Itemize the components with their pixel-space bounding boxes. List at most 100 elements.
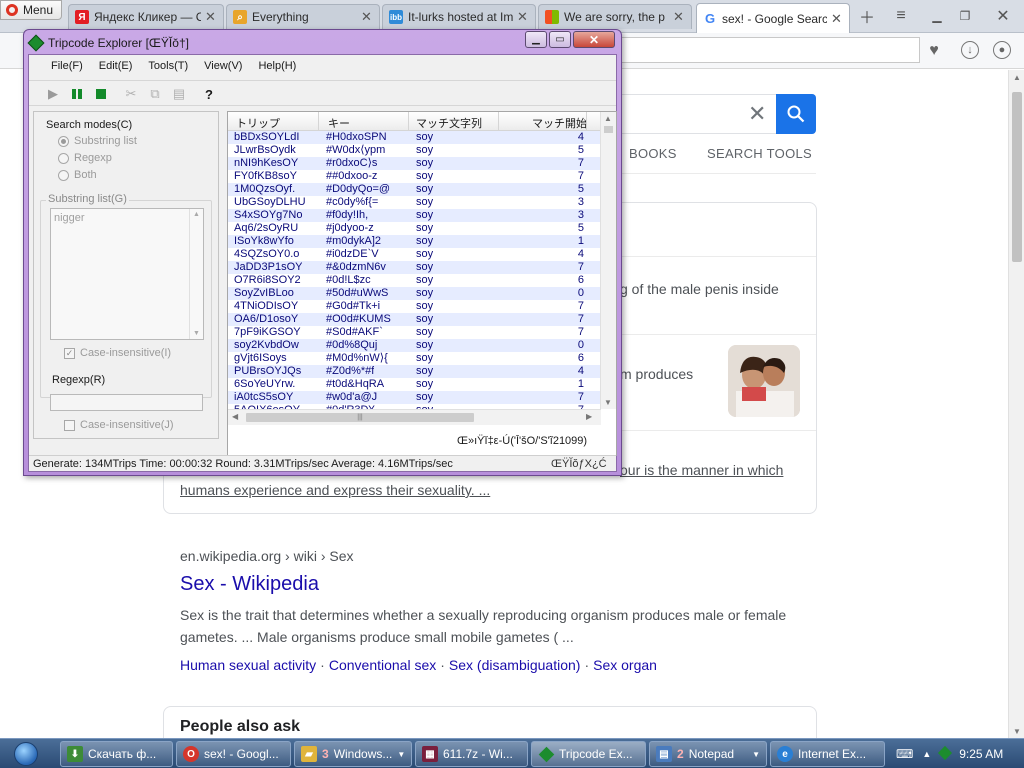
tab-books[interactable]: BOOKS <box>629 146 677 161</box>
table-row[interactable]: gVjt6ISoys #M0d%nW⟩{soy 6 <box>228 352 601 365</box>
close-tab-icon[interactable]: ✕ <box>673 9 685 25</box>
table-row[interactable]: Aq6/2sOyRU #j0dyoo-z soy 5 <box>228 222 601 235</box>
scrollbar-thumb[interactable] <box>604 126 613 133</box>
play-icon[interactable]: ▶ <box>45 86 61 102</box>
scroll-down-icon[interactable]: ▼ <box>604 398 612 407</box>
menu-edit[interactable]: Edit(E) <box>91 60 141 72</box>
result-title-link[interactable]: Sex - Wikipedia <box>180 573 319 596</box>
table-row[interactable]: PUBrsOYJQs #Z0d%*#f soy 4 <box>228 365 601 378</box>
mode-both-radio[interactable]: Both <box>58 169 97 181</box>
table-row[interactable]: 4TNiODIsOY #G0d#Tk+i soy 7 <box>228 300 601 313</box>
result-cite[interactable]: en.wikipedia.org › wiki › Sex <box>180 548 354 564</box>
sitelink[interactable]: Conventional sex <box>329 657 436 673</box>
clock[interactable]: 9:25 AM <box>959 747 1003 761</box>
result-thumbnail[interactable] <box>728 345 800 417</box>
heart-icon[interactable]: ♥ <box>924 41 944 61</box>
column-key[interactable]: キー <box>328 115 350 131</box>
regexp-input[interactable] <box>50 394 203 411</box>
case-insensitive-checkbox-1[interactable]: ✓ Case-insensitive(I) <box>64 347 171 359</box>
table-row[interactable]: soy2KvbdOw #0d%8Quj soy 0 <box>228 339 601 352</box>
sitelink[interactable]: Sex organ <box>593 657 657 673</box>
close-tab-icon[interactable]: ✕ <box>831 11 843 27</box>
search-button[interactable] <box>776 94 816 134</box>
menu-view[interactable]: View(V) <box>196 60 250 72</box>
menu-file[interactable]: File(F) <box>43 60 91 72</box>
table-row[interactable]: O7R6i8SOY2 #0d!L$zc soy 6 <box>228 274 601 287</box>
show-hidden-icons-icon[interactable]: ▲ <box>922 749 931 759</box>
card-link-fragment[interactable]: humans experience and express their sexu… <box>180 482 490 498</box>
opera-menu-button[interactable]: Menu <box>0 0 62 20</box>
table-row[interactable]: SoyZvIBLoo #50d#uWwS soy 0 <box>228 287 601 300</box>
table-row[interactable]: 1M0QzsOyf. #D0dyQo=@ soy 5 <box>228 183 601 196</box>
table-row[interactable]: 4SQZsOY0.o #i0dzDE`V soy 4 <box>228 248 601 261</box>
maximize-button[interactable]: ▭ <box>549 31 571 48</box>
new-tab-button[interactable]: ＋ <box>856 6 878 27</box>
help-icon[interactable]: ? <box>201 86 217 102</box>
close-button[interactable]: ✕ <box>573 31 615 48</box>
mode-regexp-radio[interactable]: Regexp <box>58 152 112 164</box>
tab-search-tools[interactable]: SEARCH TOOLS <box>707 146 812 161</box>
download-icon[interactable]: ↓ <box>961 41 979 59</box>
window-titlebar[interactable]: Tripcode Explorer [ŒŸĬŏ†] <box>27 34 189 52</box>
taskbar-item-tripcode[interactable]: Tripcode Ex... <box>531 741 646 767</box>
card-link-fragment[interactable]: our is the manner in which <box>620 462 783 478</box>
scroll-down-icon[interactable]: ▼ <box>193 330 200 337</box>
table-row[interactable]: S4xSOYg7No #f0dy!Ih, soy 3 <box>228 209 601 222</box>
sitelink[interactable]: Human sexual activity <box>180 657 316 673</box>
scrollbar-thumb[interactable] <box>1012 92 1022 262</box>
table-row[interactable]: iA0tcS5sOY #w0d'a@J soy 7 <box>228 391 601 404</box>
scroll-down-icon[interactable]: ▼ <box>1009 724 1024 738</box>
taskbar-item-opera[interactable]: O sex! - Googl... <box>176 741 291 767</box>
table-row[interactable]: 7pF9iKGSOY #S0d#AKF` soy 7 <box>228 326 601 339</box>
paste-icon[interactable]: ▤ <box>171 86 187 102</box>
table-row[interactable]: JaDD3P1sOY #&0dzmN6v soy 7 <box>228 261 601 274</box>
tab-yandex[interactable]: Я Яндекс Кликер — С ✕ <box>68 4 224 29</box>
menu-tools[interactable]: Tools(T) <box>140 60 196 72</box>
substring-textarea[interactable]: nigger ▲ ▼ <box>50 208 204 340</box>
account-icon[interactable]: ● <box>993 41 1011 59</box>
scrollbar-thumb[interactable]: ||| <box>246 413 474 422</box>
scroll-up-icon[interactable]: ▲ <box>193 211 200 218</box>
taskbar-item-winrar[interactable]: ▦ 611.7z - Wi... <box>415 741 528 767</box>
table-row[interactable]: ISoYk8wYfo #m0dykA]2 soy 1 <box>228 235 601 248</box>
taskbar-item-explorer[interactable]: ▰ 3 Windows... ▼ <box>294 741 412 767</box>
table-row[interactable]: bBDxSOYLdI #H0dxoSPN soy 4 <box>228 131 601 144</box>
table-row[interactable]: FY0fKB8soY ##0dxoo-z soy 7 <box>228 170 601 183</box>
taskbar-item-download[interactable]: ⬇ Скачать ф... <box>60 741 173 767</box>
maximize-icon[interactable]: ❐ <box>954 6 976 26</box>
menu-help[interactable]: Help(H) <box>250 60 304 72</box>
sitelink[interactable]: Sex (disambiguation) <box>449 657 581 673</box>
cut-icon[interactable]: ✂ <box>123 86 139 102</box>
column-match-string[interactable]: マッチ文字列 <box>416 115 482 131</box>
keyboard-icon[interactable]: ⌨ <box>896 747 913 761</box>
stop-icon[interactable] <box>93 86 109 102</box>
textarea-scrollbar[interactable]: ▲ ▼ <box>189 209 203 339</box>
list-horizontal-scrollbar[interactable]: ◀ ||| ▶ <box>228 409 601 425</box>
tab-imgbb[interactable]: ibb It-lurks hosted at Im ✕ <box>382 4 536 29</box>
column-trip[interactable]: トリップ <box>236 115 280 131</box>
column-match-start[interactable]: マッチ開始 <box>532 115 587 131</box>
start-button[interactable] <box>3 740 49 768</box>
table-row[interactable]: UbGSoyDLHU #c0dy%f{= soy 3 <box>228 196 601 209</box>
clear-icon[interactable]: ✕ <box>748 103 766 125</box>
close-tab-icon[interactable]: ✕ <box>517 9 529 25</box>
table-row[interactable]: JLwrBsOydk #W0dx⟨ypm soy 5 <box>228 144 601 157</box>
table-row[interactable]: nNI9hKesOY #r0dxoC⟩s soy 7 <box>228 157 601 170</box>
taskbar-item-ie[interactable]: e Internet Ex... <box>770 741 885 767</box>
url-field[interactable] <box>620 37 920 63</box>
close-tab-icon[interactable]: ✕ <box>205 9 217 25</box>
scroll-up-icon[interactable]: ▲ <box>604 114 612 123</box>
close-window-icon[interactable]: ✕ <box>992 6 1014 26</box>
pause-icon[interactable] <box>69 86 85 102</box>
minimize-button[interactable]: ▁ <box>525 31 547 48</box>
mode-substring-radio[interactable]: Substring list <box>58 135 137 147</box>
list-vertical-scrollbar[interactable]: ▲ ▼ <box>600 112 616 409</box>
scroll-right-icon[interactable]: ▶ <box>586 412 592 421</box>
tab-microsoft[interactable]: We are sorry, the p ✕ <box>538 4 692 29</box>
scroll-up-icon[interactable]: ▲ <box>1009 70 1024 84</box>
search-box[interactable]: ✕ <box>620 94 816 134</box>
table-row[interactable]: OA6/D1osoY #O0d#KUMS soy 7 <box>228 313 601 326</box>
tab-menu-icon[interactable]: ≡ <box>890 6 912 26</box>
table-row[interactable]: 6SoYeUYrw. #t0d&HqRA soy 1 <box>228 378 601 391</box>
tab-google-search[interactable]: G sex! - Google Search ✕ <box>696 3 850 33</box>
